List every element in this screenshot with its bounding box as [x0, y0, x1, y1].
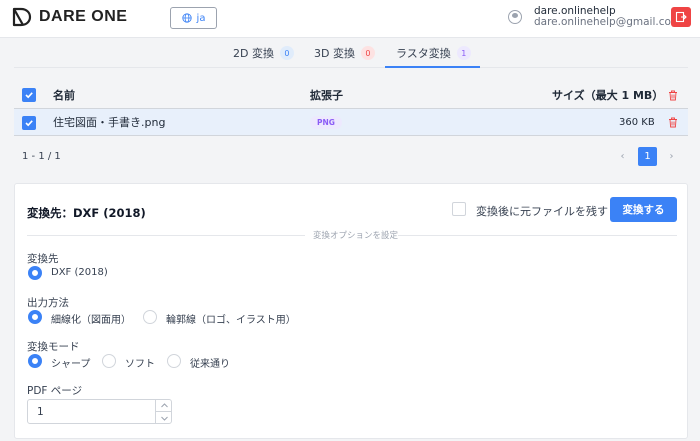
- tab-label: 2D 変換: [233, 47, 274, 60]
- user-icon: [508, 10, 522, 24]
- tab-count-badge: 0: [360, 46, 375, 60]
- ext-cell: PNG: [310, 109, 342, 135]
- radio-label[interactable]: DXF (2018): [51, 267, 108, 278]
- pdf-page-label: PDF ページ: [27, 385, 83, 397]
- delete-row-button[interactable]: [668, 109, 678, 135]
- tabs-divider: [14, 67, 688, 68]
- options-divider-label: 変換オプションを設定: [309, 229, 403, 241]
- radio-sharp[interactable]: [28, 354, 42, 368]
- file-ext-badge: PNG: [310, 115, 342, 129]
- user-info: dare.onlinehelp dare.onlinehelp@gmail.co…: [508, 6, 681, 28]
- radio-outline[interactable]: [143, 310, 157, 324]
- radio-label[interactable]: 従来通り: [190, 355, 230, 370]
- divider: [27, 235, 305, 236]
- logout-icon: [675, 11, 687, 23]
- page-button-current[interactable]: 1: [638, 147, 657, 166]
- radio-soft[interactable]: [102, 354, 116, 368]
- app-name: DARE ONE: [39, 8, 128, 25]
- divider: [398, 235, 677, 236]
- active-tab-indicator: [385, 66, 480, 68]
- tab-count-badge: 1: [456, 46, 471, 60]
- pdf-page-value: 1: [37, 406, 44, 418]
- file-name: 住宅図面・手書き.png: [53, 116, 166, 129]
- chevron-down-icon: [160, 416, 168, 421]
- tab-count-badge: 0: [279, 46, 294, 60]
- file-table: 名前 拡張子 サイズ（最大 1 MB） 住宅図面・手書き.png PNG 360…: [14, 82, 688, 136]
- column-header-name[interactable]: 名前: [53, 82, 75, 108]
- tab-label: 3D 変換: [314, 47, 355, 60]
- increment-button[interactable]: [155, 400, 172, 412]
- language-code: ja: [196, 12, 206, 24]
- conversion-mode-label: 変換モード: [27, 341, 80, 353]
- column-header-ext[interactable]: 拡張子: [310, 82, 343, 108]
- convert-button[interactable]: 変換する: [610, 197, 677, 222]
- user-email: dare.onlinehelp@gmail.com: [534, 16, 682, 28]
- conversion-tabs: 2D 変換 0 3D 変換 0 ラスタ変換 1: [0, 38, 700, 68]
- chevron-up-icon: [160, 403, 168, 408]
- conversion-panel: 変換先：DXF (2018) 変換後に元ファイルを残す 変換する 変換オプション…: [14, 183, 688, 439]
- tab-3d[interactable]: 3D 変換 0: [314, 38, 375, 68]
- check-icon: [25, 92, 33, 99]
- radio-thinning[interactable]: [28, 310, 42, 324]
- globe-icon: [181, 13, 192, 23]
- tab-2d[interactable]: 2D 変換 0: [233, 38, 294, 68]
- radio-dxf-2018[interactable]: [28, 266, 42, 280]
- trash-icon: [669, 90, 677, 100]
- table-row[interactable]: 住宅図面・手書き.png PNG 360 KB: [14, 108, 688, 136]
- check-icon: [25, 120, 33, 127]
- delete-all-button[interactable]: [668, 82, 678, 108]
- keep-original-checkbox[interactable]: [452, 202, 466, 216]
- logo-icon: [12, 7, 32, 27]
- row-checkbox[interactable]: [22, 116, 36, 130]
- language-selector[interactable]: ja: [170, 7, 217, 29]
- radio-legacy[interactable]: [167, 354, 181, 368]
- select-all-checkbox[interactable]: [22, 88, 36, 102]
- next-page-button[interactable]: ›: [662, 147, 681, 166]
- output-method-label: 出力方法: [27, 297, 69, 309]
- decrement-button[interactable]: [155, 412, 172, 424]
- trash-icon: [669, 117, 677, 127]
- column-header-size[interactable]: サイズ（最大 1 MB）: [552, 82, 663, 108]
- radio-label[interactable]: ソフト: [125, 355, 155, 370]
- logout-button[interactable]: [671, 7, 691, 27]
- radio-label[interactable]: シャープ: [51, 355, 90, 370]
- radio-label[interactable]: 細線化（図面用）: [51, 311, 131, 326]
- prev-page-button[interactable]: ‹: [613, 147, 632, 166]
- keep-original-label[interactable]: 変換後に元ファイルを残す: [476, 203, 608, 219]
- tab-label: ラスタ変換: [396, 47, 451, 60]
- pagination-range: 1 - 1 / 1: [22, 151, 61, 162]
- pdf-page-input[interactable]: 1: [27, 399, 172, 424]
- panel-title: 変換先：DXF (2018): [27, 206, 146, 220]
- file-size: 360 KB: [619, 116, 655, 128]
- radio-label[interactable]: 輪郭線（ロゴ、イラスト用）: [166, 311, 296, 326]
- table-header: 名前 拡張子 サイズ（最大 1 MB）: [14, 82, 688, 108]
- tab-raster[interactable]: ラスタ変換 1: [396, 38, 471, 68]
- target-format-label: 変換先: [27, 253, 59, 265]
- app-header: DARE ONE ja dare.onlinehelp dare.onlineh…: [0, 0, 700, 38]
- logo[interactable]: DARE ONE: [11, 6, 127, 28]
